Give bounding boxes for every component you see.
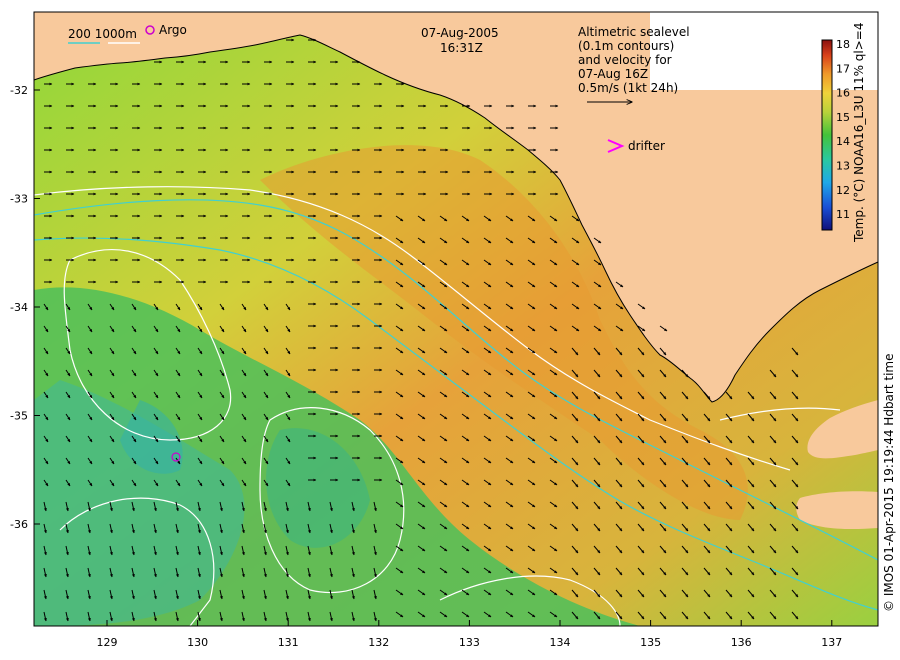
info-box-background: [650, 12, 878, 90]
lon-tick-label: 133: [459, 636, 480, 649]
info-line-4: 07-Aug 16Z: [578, 67, 648, 81]
depth-legend-label: 200 1000m: [68, 27, 137, 41]
info-line-2: (0.1m contours): [578, 39, 674, 53]
lon-tick-label: 131: [278, 636, 299, 649]
drifter-label: drifter: [628, 139, 665, 153]
colorbar-tick-label: 13: [836, 160, 850, 173]
sst-map: 200 1000m Argo 07-Aug-2005 16:31Z Altime…: [10, 11, 896, 649]
lat-tick-label: -35: [10, 410, 28, 423]
lon-tick-label: 135: [640, 636, 661, 649]
land-south-coast: [796, 491, 878, 530]
colorbar-tick-label: 12: [836, 184, 850, 197]
lat-tick-label: -36: [10, 518, 28, 531]
info-line-3: and velocity for: [578, 53, 672, 67]
colorbar-tick-label: 18: [836, 38, 850, 51]
colorbar-scale: [821, 39, 833, 231]
argo-legend-label: Argo: [159, 23, 187, 37]
colorbar-tick-label: 17: [836, 62, 850, 75]
lon-tick-label: 132: [368, 636, 389, 649]
colorbar-tick-label: 11: [836, 208, 850, 221]
lon-tick-label: 136: [731, 636, 752, 649]
lon-tick-label: 137: [821, 636, 842, 649]
lat-tick-label: -32: [10, 84, 28, 97]
colorbar-tick-label: 15: [836, 111, 850, 124]
lat-tick-label: -33: [10, 193, 28, 206]
colorbar-tick-label: 14: [836, 135, 850, 148]
colorbar-tick-label: 16: [836, 87, 850, 100]
map-area: [33, 11, 879, 627]
map-date: 07-Aug-2005: [421, 26, 499, 40]
info-line-1: Altimetric sealevel: [578, 25, 690, 39]
colorbar-label: Temp. (°C) NOAA16_L3U 11% ql>=4: [852, 23, 866, 244]
info-line-5: 0.5m/s (1kt 24h): [578, 81, 678, 95]
lon-tick-label: 130: [187, 636, 208, 649]
lat-tick-label: -34: [10, 301, 28, 314]
map-time: 16:31Z: [440, 41, 483, 55]
lon-tick-label: 129: [97, 636, 118, 649]
lon-tick-label: 134: [550, 636, 571, 649]
credit-text: © IMOS 01-Apr-2015 19:19:44 Hdbart time: [882, 354, 896, 612]
